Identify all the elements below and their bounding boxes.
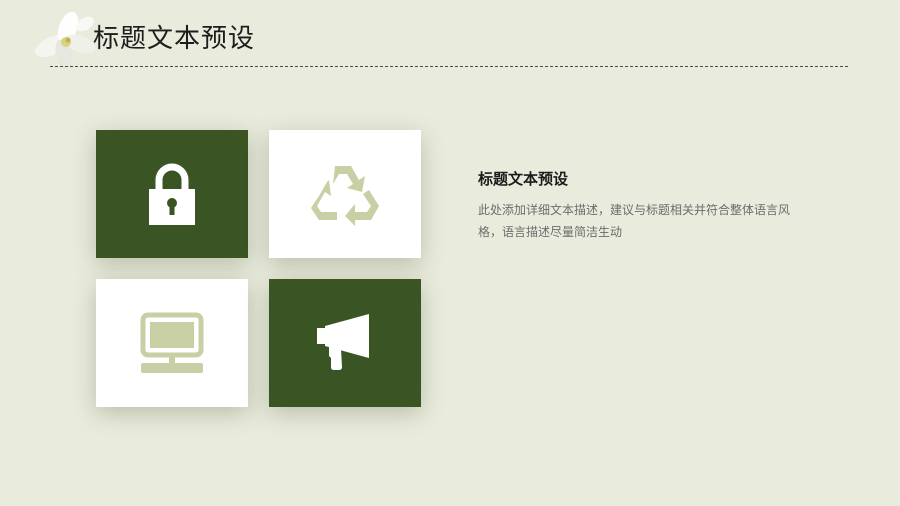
recycle-tile <box>269 130 421 258</box>
title-divider <box>50 66 848 67</box>
flower-decoration <box>35 11 96 68</box>
content-heading: 标题文本预设 <box>478 170 569 188</box>
megaphone-tile <box>269 279 421 407</box>
page-title: 标题文本预设 <box>93 24 256 54</box>
recycle-icon <box>311 166 379 226</box>
megaphone-icon <box>317 314 369 370</box>
monitor-icon <box>140 312 204 373</box>
lock-tile <box>96 130 248 258</box>
monitor-tile <box>96 279 248 407</box>
lock-icon <box>149 163 195 225</box>
content-body: 此处添加详细文本描述，建议与标题相关并符合整体语言风格，语言描述尽量简洁生动 <box>478 203 791 239</box>
